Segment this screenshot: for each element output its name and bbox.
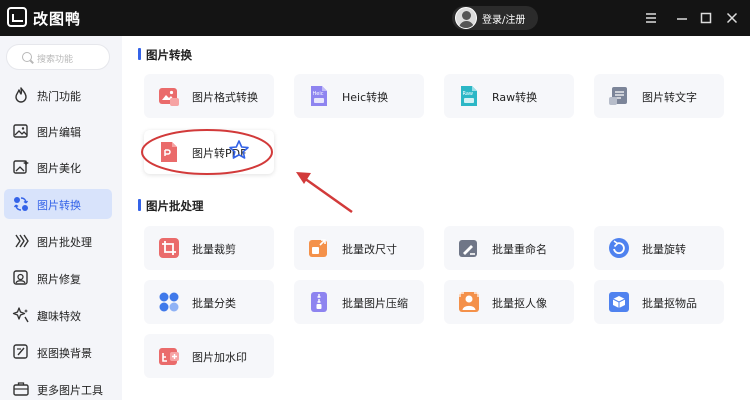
card-label: 批量重命名 — [492, 243, 547, 256]
favorite-star-icon[interactable] — [228, 139, 250, 161]
sidebar-item-convert[interactable]: 图片转换 — [4, 189, 112, 219]
classify-icon — [159, 292, 179, 312]
main-panel: 图片转换 图片格式转换 Heic Heic转换 Raw Raw转换 图片转文字 … — [122, 36, 750, 400]
sidebar-item-effects[interactable]: 趣味特效 — [4, 300, 112, 330]
sidebar-item-beautify[interactable]: 图片美化 — [4, 152, 112, 182]
sidebar-item-cutout[interactable]: 抠图换背景 — [4, 337, 112, 367]
card-raw-convert[interactable]: Raw Raw转换 — [444, 74, 574, 118]
card-format-convert[interactable]: 图片格式转换 — [144, 74, 274, 118]
sidebar-item-more-tools[interactable]: 更多图片工具 — [4, 374, 112, 400]
sidebar-item-label: 图片美化 — [37, 162, 81, 175]
card-heic-convert[interactable]: Heic Heic转换 — [294, 74, 424, 118]
card-label: Heic转换 — [342, 91, 389, 104]
sidebar-item-label: 图片批处理 — [37, 236, 92, 249]
card-batch-rename[interactable]: 批量重命名 — [444, 226, 574, 270]
title-bar: 改图鸭 登录/注册 — [0, 0, 750, 36]
login-button[interactable]: 登录/注册 — [452, 6, 538, 30]
portrait-cutout-icon — [459, 292, 479, 312]
card-image-to-text[interactable]: 图片转文字 — [594, 74, 724, 118]
card-label: 批量裁剪 — [192, 243, 236, 256]
card-image-to-pdf[interactable]: 图片转PDF — [144, 130, 274, 174]
crop-icon — [159, 238, 179, 258]
app-logo-icon — [7, 7, 27, 27]
image-edit-icon — [13, 124, 28, 138]
raw-icon: Raw — [461, 86, 477, 106]
cutout-icon — [13, 344, 28, 359]
login-label: 登录/注册 — [482, 15, 526, 26]
maximize-icon[interactable] — [696, 8, 716, 28]
format-convert-icon — [159, 88, 179, 106]
sidebar-item-label: 照片修复 — [37, 273, 81, 286]
card-label: 批量旋转 — [642, 243, 686, 256]
sidebar-item-label: 热门功能 — [37, 90, 81, 103]
search-icon — [22, 52, 32, 62]
card-batch-object-cutout[interactable]: 批量抠物品 — [594, 280, 724, 324]
flame-icon — [15, 87, 27, 103]
sidebar-item-label: 更多图片工具 — [37, 384, 103, 397]
batch-icon — [15, 234, 29, 248]
svg-text:Raw: Raw — [463, 91, 474, 97]
sidebar-item-label: 抠图换背景 — [37, 347, 92, 360]
menu-icon[interactable] — [641, 8, 661, 28]
sidebar: 搜索功能 热门功能 图片编辑 图片美化 图片转换 图片批处理 照片修复 趣味特效… — [0, 36, 118, 400]
beautify-icon — [13, 160, 29, 174]
card-batch-compress[interactable]: 批量图片压缩 — [294, 280, 424, 324]
minimize-icon[interactable] — [672, 8, 692, 28]
resize-icon — [309, 239, 327, 257]
compress-icon — [311, 292, 327, 312]
card-batch-rotate[interactable]: 批量旋转 — [594, 226, 724, 270]
card-label: 图片转文字 — [642, 91, 697, 104]
card-label: 批量抠物品 — [642, 297, 697, 310]
image-to-text-icon — [609, 87, 627, 105]
card-label: 批量图片压缩 — [342, 297, 408, 310]
search-placeholder: 搜索功能 — [37, 55, 74, 65]
app-title: 改图鸭 — [33, 10, 82, 28]
sidebar-item-label: 图片转换 — [37, 199, 81, 212]
repair-icon — [13, 270, 28, 285]
sparkle-icon — [12, 307, 29, 323]
sidebar-item-image-edit[interactable]: 图片编辑 — [4, 116, 112, 146]
card-label: 批量改尺寸 — [342, 243, 397, 256]
svg-text:Heic: Heic — [313, 91, 324, 97]
watermark-icon — [159, 348, 179, 365]
card-label: 图片加水印 — [192, 351, 247, 364]
sidebar-item-hot[interactable]: 热门功能 — [4, 80, 112, 110]
card-batch-resize[interactable]: 批量改尺寸 — [294, 226, 424, 270]
card-add-watermark[interactable]: 图片加水印 — [144, 334, 274, 378]
section-title-batch: 图片批处理 — [138, 198, 204, 214]
heic-icon: Heic — [311, 86, 327, 106]
rename-icon — [459, 240, 477, 257]
avatar-icon — [455, 7, 477, 29]
rotate-icon — [609, 238, 629, 258]
image-to-pdf-icon — [161, 142, 177, 162]
search-input[interactable]: 搜索功能 — [6, 44, 110, 70]
card-batch-crop[interactable]: 批量裁剪 — [144, 226, 274, 270]
card-batch-classify[interactable]: 批量分类 — [144, 280, 274, 324]
card-label: 图片格式转换 — [192, 91, 258, 104]
convert-icon — [13, 197, 29, 211]
toolbox-icon — [13, 382, 29, 396]
sidebar-item-label: 趣味特效 — [37, 310, 81, 323]
card-label: 批量分类 — [192, 297, 236, 310]
card-label: Raw转换 — [492, 91, 538, 104]
section-title-convert: 图片转换 — [138, 47, 192, 63]
sidebar-item-batch[interactable]: 图片批处理 — [4, 226, 112, 256]
card-label: 批量抠人像 — [492, 297, 547, 310]
sidebar-item-label: 图片编辑 — [37, 126, 81, 139]
card-batch-portrait-cutout[interactable]: 批量抠人像 — [444, 280, 574, 324]
object-cutout-icon — [609, 292, 629, 312]
sidebar-item-repair[interactable]: 照片修复 — [4, 263, 112, 293]
close-icon[interactable] — [722, 8, 742, 28]
